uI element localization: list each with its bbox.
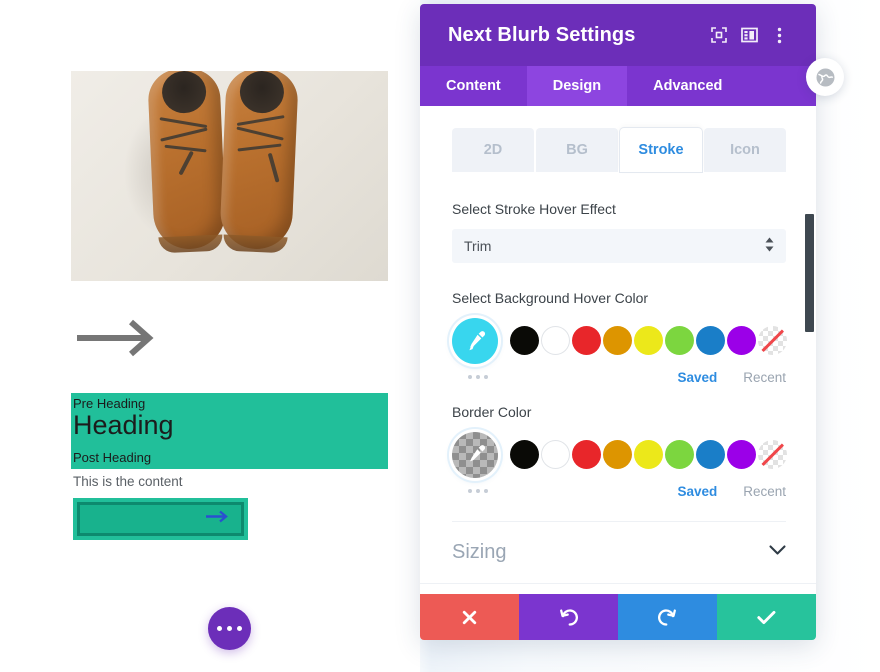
- post-heading-text: Post Heading: [73, 450, 152, 465]
- blurb-cta-button[interactable]: [73, 498, 248, 540]
- heading-text: Heading: [73, 410, 174, 440]
- ellipsis-icon-dot: [217, 626, 222, 631]
- swatch-white[interactable]: [541, 440, 570, 470]
- blurb-heading-band: Pre Heading Heading Post Heading: [71, 393, 388, 469]
- swatch-black[interactable]: [510, 326, 539, 356]
- swatch-red[interactable]: [572, 326, 601, 356]
- swatch-green[interactable]: [665, 440, 694, 470]
- border-color-field: Border Color Saved Recent: [452, 403, 787, 499]
- swatch-blue[interactable]: [696, 440, 725, 470]
- ellipsis-dot: [484, 489, 488, 494]
- ellipsis-icon[interactable]: [452, 375, 510, 380]
- border-color-label: Border Color: [452, 403, 532, 420]
- panel-body: 2D BG Stroke Icon Select Stroke Hover Ef…: [420, 106, 816, 594]
- app-root: Pre Heading Heading Post Heading This is…: [0, 0, 880, 672]
- globe-icon: [816, 68, 834, 86]
- undo-icon: [560, 608, 578, 626]
- ellipsis-dot: [476, 489, 480, 494]
- close-x-icon: [462, 610, 477, 624]
- swatch-none[interactable]: [758, 440, 787, 470]
- saved-colors-link[interactable]: Saved: [677, 484, 717, 499]
- panel-header: Next Blurb Settings: [420, 4, 816, 66]
- redo-icon: [658, 608, 676, 626]
- tab-advanced[interactable]: Advanced: [627, 66, 748, 106]
- border-color-row-footer: Saved Recent: [452, 484, 786, 499]
- ellipsis-icon-dot: [237, 626, 242, 631]
- panel-title: Next Blurb Settings: [448, 23, 636, 46]
- swatch-orange[interactable]: [603, 326, 632, 356]
- panel-footer: [420, 594, 816, 640]
- recent-colors-link[interactable]: Recent: [743, 370, 786, 385]
- focus-target-icon[interactable]: [704, 20, 734, 50]
- close-panel-button[interactable]: [806, 58, 844, 96]
- floating-action-button[interactable]: [208, 607, 251, 650]
- ellipsis-icon[interactable]: [452, 489, 510, 494]
- stroke-effect-value: Trim: [464, 237, 492, 254]
- shoe-right: [219, 71, 299, 251]
- check-icon: [757, 610, 776, 624]
- panel-scroll-content: 2D BG Stroke Icon Select Stroke Hover Ef…: [420, 106, 816, 522]
- eyedropper-icon[interactable]: [452, 317, 498, 364]
- updown-caret-icon: [765, 237, 774, 254]
- chevron-down-icon: [769, 543, 786, 561]
- sizing-accordion-title: Sizing: [452, 540, 507, 563]
- background-hover-color-label: Select Background Hover Color: [452, 289, 649, 306]
- swatch-red[interactable]: [572, 440, 601, 470]
- eyedropper-icon[interactable]: [452, 431, 498, 478]
- panel-scrollbar-thumb[interactable]: [805, 214, 814, 332]
- layout-panel-icon[interactable]: [734, 20, 764, 50]
- segment-stroke[interactable]: Stroke: [620, 128, 702, 172]
- redo-button[interactable]: [618, 594, 717, 640]
- long-arrow-right-icon: [75, 318, 171, 358]
- pre-heading-text: Pre Heading: [73, 396, 146, 411]
- background-hover-color-field: Select Background Hover Color Saved Rece…: [452, 289, 787, 385]
- cancel-button[interactable]: [420, 594, 519, 640]
- swatch-white[interactable]: [541, 326, 570, 356]
- background-hover-swatch-row: [452, 317, 787, 364]
- ellipsis-dot: [484, 375, 488, 380]
- segment-2d[interactable]: 2D: [452, 128, 534, 172]
- ellipsis-dot: [476, 375, 480, 380]
- blurb-image[interactable]: [71, 71, 388, 281]
- ellipsis-dot: [468, 489, 472, 494]
- undo-button[interactable]: [519, 594, 618, 640]
- more-vertical-icon[interactable]: [764, 20, 794, 50]
- recent-colors-link[interactable]: Recent: [743, 484, 786, 499]
- swatch-yellow[interactable]: [634, 440, 663, 470]
- shoe-left: [147, 71, 227, 251]
- border-color-swatch-row: [452, 431, 787, 478]
- blurb-content-text: This is the content: [73, 474, 183, 489]
- stroke-effect-select[interactable]: Trim: [452, 228, 786, 263]
- segmented-control: 2D BG Stroke Icon: [452, 128, 786, 172]
- segment-icon[interactable]: Icon: [704, 128, 786, 172]
- arrow-right-icon: [205, 510, 231, 529]
- swatch-yellow[interactable]: [634, 326, 663, 356]
- cta-inner-frame: [77, 502, 244, 536]
- swatch-orange[interactable]: [603, 440, 632, 470]
- segment-bg[interactable]: BG: [536, 128, 618, 172]
- swatch-black[interactable]: [510, 440, 539, 470]
- page-preview-canvas: Pre Heading Heading Post Heading This is…: [0, 0, 420, 672]
- save-button[interactable]: [717, 594, 816, 640]
- tab-content[interactable]: Content: [420, 66, 527, 106]
- settings-panel: Next Blurb Settings Content Design Advan…: [420, 4, 816, 640]
- saved-colors-link[interactable]: Saved: [677, 370, 717, 385]
- swatch-none[interactable]: [758, 326, 787, 356]
- swatch-purple[interactable]: [727, 440, 756, 470]
- background-hover-row-footer: Saved Recent: [452, 370, 786, 385]
- stroke-effect-label: Select Stroke Hover Effect: [452, 201, 616, 217]
- sizing-accordion[interactable]: Sizing: [420, 522, 816, 584]
- ellipsis-icon-dot: [227, 626, 232, 631]
- ellipsis-dot: [468, 375, 472, 380]
- swatch-blue[interactable]: [696, 326, 725, 356]
- tab-design[interactable]: Design: [526, 66, 628, 106]
- swatch-purple[interactable]: [727, 326, 756, 356]
- swatch-green[interactable]: [665, 326, 694, 356]
- panel-tabs: Content Design Advanced: [420, 66, 816, 106]
